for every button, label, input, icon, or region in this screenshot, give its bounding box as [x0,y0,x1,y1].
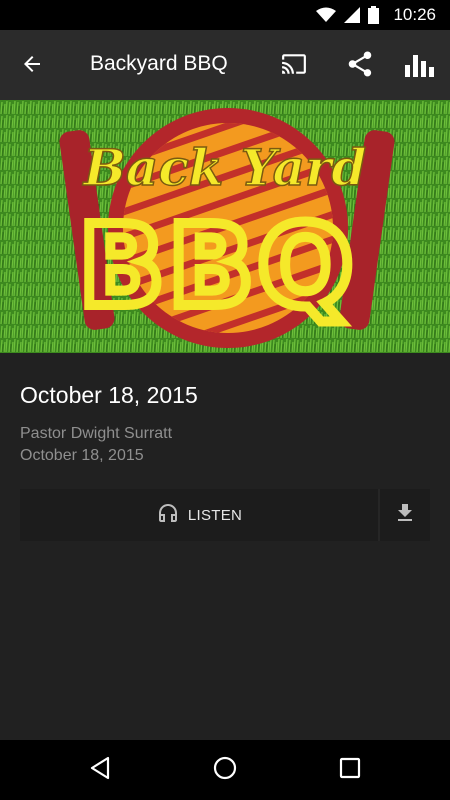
back-triangle-icon [89,756,111,785]
nav-recents-button[interactable] [335,755,365,785]
headphones-icon [156,501,180,530]
hero-text-line1: Back Yard [82,138,367,197]
app-toolbar: Backyard BBQ [0,30,450,100]
cell-signal-icon [344,7,361,23]
cast-icon [279,51,309,82]
stats-button[interactable] [402,48,438,84]
nav-home-button[interactable] [210,755,240,785]
sermon-artwork: Back Yard BBQ [0,100,450,353]
download-button[interactable] [380,489,430,541]
back-button[interactable] [14,48,50,84]
system-nav-bar [0,740,450,800]
wifi-icon [316,7,337,23]
status-bar: 10:26 [0,0,450,30]
cast-button[interactable] [276,48,312,84]
media-actions: LISTEN [20,489,430,541]
battery-icon [368,6,380,24]
nav-back-button[interactable] [85,755,115,785]
status-time: 10:26 [393,5,436,24]
sermon-title: October 18, 2015 [20,382,198,408]
back-arrow-icon [20,52,44,81]
recents-square-icon [339,757,361,784]
sermon-date: October 18, 2015 [20,447,144,464]
share-button[interactable] [342,48,378,84]
share-icon [345,49,375,84]
listen-button[interactable]: LISTEN [20,489,378,541]
speaker-name: Pastor Dwight Surratt [20,425,173,442]
page-title: Backyard BBQ [90,52,228,75]
hero-text-line2: BBQ [79,202,357,332]
sermon-details: October 18, 2015 Pastor Dwight Surratt O… [20,380,430,467]
home-circle-icon [212,755,238,786]
stats-icon [405,51,435,82]
download-icon [393,501,417,530]
listen-label: LISTEN [187,506,243,524]
